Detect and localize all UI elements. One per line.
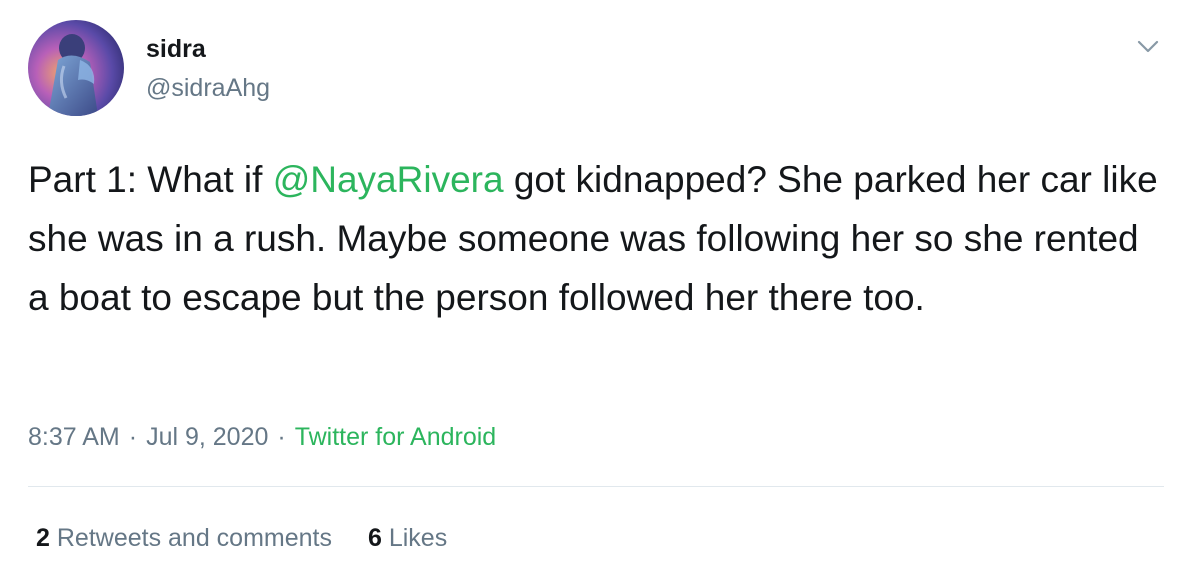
divider xyxy=(28,486,1164,487)
retweets-stat[interactable]: 2 Retweets and comments xyxy=(36,524,332,552)
likes-count: 6 xyxy=(367,524,382,552)
tweet-card: sidra @sidraAhg Part 1: What if @NayaRiv… xyxy=(0,0,1192,586)
tweet-stats: 2 Retweets and comments 6 Likes xyxy=(36,521,447,555)
meta-separator: · xyxy=(128,423,138,451)
display-name[interactable]: sidra xyxy=(146,34,206,64)
chevron-down-icon[interactable] xyxy=(1136,36,1160,56)
retweets-label: Retweets and comments xyxy=(56,524,332,552)
avatar-image xyxy=(28,20,124,116)
likes-label: Likes xyxy=(388,524,448,552)
retweets-count: 2 xyxy=(36,524,50,552)
tweet-date[interactable]: Jul 9, 2020 xyxy=(146,423,268,451)
meta-separator: · xyxy=(277,423,286,451)
source-link[interactable]: Twitter for Android xyxy=(295,423,496,451)
tweet-text-prefix: Part 1: What if xyxy=(28,159,273,200)
mention-link[interactable]: @NayaRivera xyxy=(273,159,504,200)
tweet-meta: 8:37 AM · Jul 9, 2020 · Twitter for Android xyxy=(28,420,496,454)
likes-stat[interactable]: 6 Likes xyxy=(368,524,447,552)
tweet-time[interactable]: 8:37 AM xyxy=(28,423,120,451)
tweet-text: Part 1: What if @NayaRivera got kidnappe… xyxy=(28,150,1168,327)
user-handle[interactable]: @sidraAhg xyxy=(146,73,270,103)
avatar[interactable] xyxy=(28,20,124,116)
